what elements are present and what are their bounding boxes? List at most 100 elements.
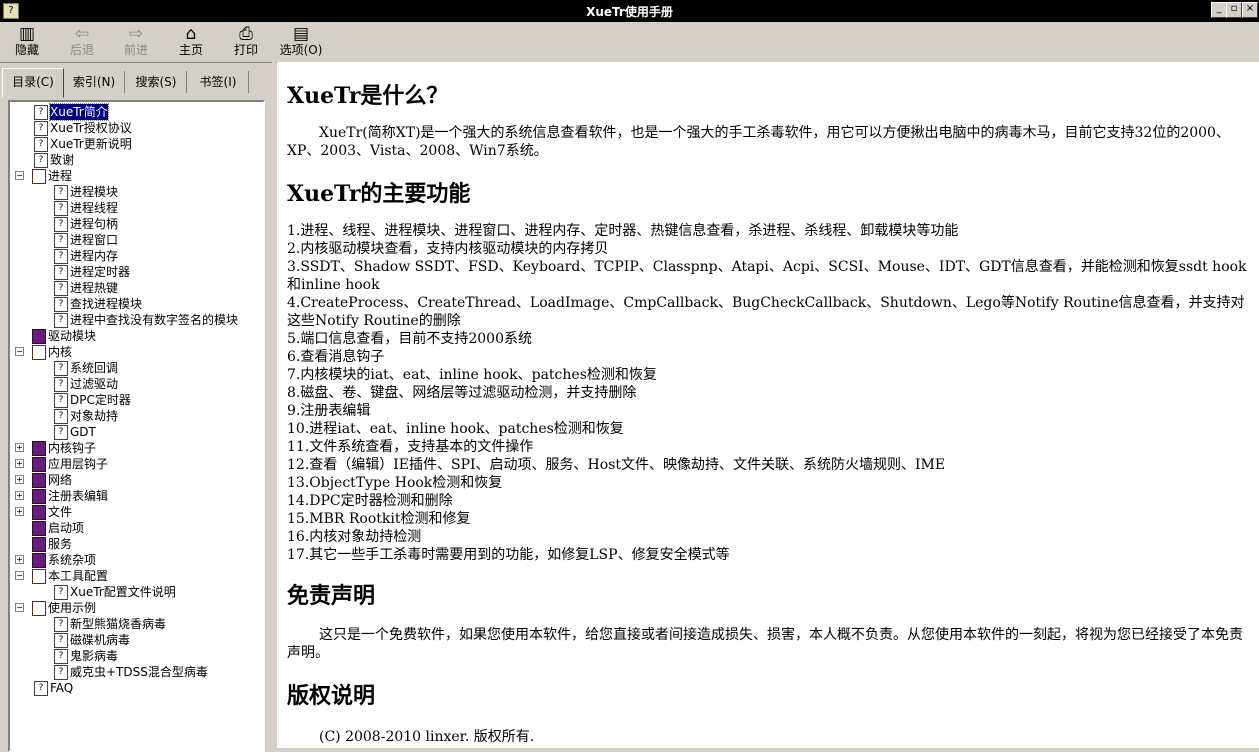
help-page-icon: ? bbox=[54, 249, 68, 264]
tree-topic[interactable]: ? 进程句柄 bbox=[10, 216, 260, 232]
collapse-icon[interactable]: − bbox=[15, 603, 24, 612]
home-button[interactable]: ⌂ 主页 bbox=[165, 25, 217, 61]
tree-book[interactable]: − 本工具配置 bbox=[10, 568, 260, 584]
expand-icon[interactable]: + bbox=[15, 443, 24, 452]
tree-book[interactable]: − 使用示例 bbox=[10, 600, 260, 616]
tree-topic[interactable]: ? 系统回调 bbox=[10, 360, 260, 376]
tree-topic[interactable]: ? 进程模块 bbox=[10, 184, 260, 200]
tree-topic[interactable]: ? 鬼影病毒 bbox=[10, 648, 260, 664]
tree-topic[interactable]: ? 致谢 bbox=[10, 152, 260, 168]
back-icon: ⇦ bbox=[74, 24, 90, 44]
contents-tree[interactable]: ? XueTr简介? XueTr授权协议? XueTr更新说明? 致谢 − 进程? 进程模块?… bbox=[8, 100, 265, 752]
expand-icon[interactable]: + bbox=[15, 491, 24, 500]
print-button[interactable]: ⎙ 打印 bbox=[220, 25, 272, 61]
open-book-icon bbox=[32, 601, 46, 616]
tab-contents[interactable]: 目录(C) bbox=[2, 68, 64, 98]
tree-topic[interactable]: ? 对象劫持 bbox=[10, 408, 260, 424]
open-book-icon bbox=[32, 169, 46, 184]
tree-topic[interactable]: ? FAQ bbox=[10, 680, 260, 696]
maximize-button[interactable]: ▫ bbox=[1226, 2, 1242, 18]
tree-book[interactable]: 驱动模块 bbox=[10, 328, 260, 344]
tree-book[interactable]: + 网络 bbox=[10, 472, 260, 488]
tree-topic[interactable]: ? 进程线程 bbox=[10, 200, 260, 216]
tree-topic[interactable]: ? 查找进程模块 bbox=[10, 296, 260, 312]
tree-topic[interactable]: ? 进程中查找没有数字签名的模块 bbox=[10, 312, 260, 328]
tree-topic[interactable]: ? XueTr更新说明 bbox=[10, 136, 260, 152]
close-button[interactable]: × bbox=[1242, 2, 1258, 18]
collapse-icon[interactable]: − bbox=[15, 171, 24, 180]
closed-book-icon bbox=[32, 441, 46, 456]
heading-what-is: XueTr是什么？ bbox=[287, 83, 449, 109]
tree-book[interactable]: + 应用层钩子 bbox=[10, 456, 260, 472]
feature-item: 5.端口信息查看，目前不支持2000系统 bbox=[287, 331, 532, 347]
tree-label: FAQ bbox=[50, 681, 74, 695]
tree-topic[interactable]: ? 过滤驱动 bbox=[10, 376, 260, 392]
tab-bookmarks[interactable]: 书签(I) bbox=[188, 71, 249, 93]
help-page-icon: ? bbox=[34, 681, 48, 696]
tree-label: 过滤驱动 bbox=[70, 377, 119, 391]
tree-book[interactable]: + 内核钩子 bbox=[10, 440, 260, 456]
tree-topic[interactable]: ? 磁碟机病毒 bbox=[10, 632, 260, 648]
tree-book[interactable]: − 内核 bbox=[10, 344, 260, 360]
tree-topic[interactable]: ? 进程窗口 bbox=[10, 232, 260, 248]
expand-icon[interactable]: + bbox=[15, 459, 24, 468]
closed-book-icon bbox=[32, 489, 46, 504]
tree-label: 网络 bbox=[48, 473, 73, 487]
help-page-icon: ? bbox=[54, 633, 68, 648]
tree-label: 进程 bbox=[48, 169, 73, 183]
tree-topic[interactable]: ? 进程内存 bbox=[10, 248, 260, 264]
help-page-icon: ? bbox=[54, 377, 68, 392]
tree-topic[interactable]: ? 新型熊猫烧香病毒 bbox=[10, 616, 260, 632]
expand-icon[interactable]: + bbox=[15, 475, 24, 484]
help-page-icon: ? bbox=[54, 409, 68, 424]
tree-book[interactable]: 启动项 bbox=[10, 520, 260, 536]
tree-label: 查找进程模块 bbox=[70, 297, 143, 311]
feature-item: 15.MBR Rootkit检测和修复 bbox=[287, 511, 471, 527]
expand-icon[interactable]: + bbox=[15, 507, 24, 516]
forward-button[interactable]: ⇨ 前进 bbox=[110, 25, 162, 61]
tree-topic[interactable]: ? XueTr授权协议 bbox=[10, 120, 260, 136]
back-button[interactable]: ⇦ 后退 bbox=[56, 25, 108, 61]
tab-search[interactable]: 搜索(S) bbox=[126, 71, 187, 93]
tree-label: 进程热键 bbox=[70, 281, 119, 295]
feature-item: 4.CreateProcess、CreateThread、LoadImage、C… bbox=[287, 295, 1245, 329]
tree-label: 启动项 bbox=[48, 521, 85, 535]
help-page-icon: ? bbox=[54, 233, 68, 248]
collapse-icon[interactable]: − bbox=[15, 347, 24, 356]
tree-book[interactable]: 服务 bbox=[10, 536, 260, 552]
tab-index[interactable]: 索引(N) bbox=[64, 71, 125, 93]
window-title: XueTr使用手册 bbox=[586, 5, 673, 19]
tree-book[interactable]: + 文件 bbox=[10, 504, 260, 520]
tree-topic[interactable]: ? GDT bbox=[10, 424, 260, 440]
feature-item: 14.DPC定时器检测和删除 bbox=[287, 493, 453, 509]
tree-topic[interactable]: ? 威克虫+TDSS混合型病毒 bbox=[10, 664, 260, 680]
options-button[interactable]: ▤ 选项(O) bbox=[275, 25, 327, 61]
tree-topic[interactable]: ? DPC定时器 bbox=[10, 392, 260, 408]
help-page-icon: ? bbox=[34, 105, 48, 120]
options-icon: ▤ bbox=[292, 24, 310, 44]
collapse-icon[interactable]: − bbox=[15, 571, 24, 580]
tree-label: 新型熊猫烧香病毒 bbox=[70, 617, 167, 631]
expand-icon[interactable]: + bbox=[15, 555, 24, 564]
closed-book-icon bbox=[32, 473, 46, 488]
tree-topic[interactable]: ? 进程定时器 bbox=[10, 264, 260, 280]
tree-book[interactable]: + 系统杂项 bbox=[10, 552, 260, 568]
copyright-text: (C) 2008-2010 linxer. 版权所有. bbox=[319, 729, 535, 745]
tree-label: 致谢 bbox=[50, 153, 75, 167]
tree-label: 进程句柄 bbox=[70, 217, 119, 231]
tree-label: 进程模块 bbox=[70, 185, 119, 199]
tree-book[interactable]: + 注册表编辑 bbox=[10, 488, 260, 504]
tree-book[interactable]: − 进程 bbox=[10, 168, 260, 184]
help-page-icon: ? bbox=[54, 297, 68, 312]
heading-features: XueTr的主要功能 bbox=[287, 181, 471, 207]
content-pane: XueTr是什么？ XueTr(简称XT)是一个强大的系统信息查看软件，也是一个… bbox=[277, 62, 1259, 748]
tree-topic[interactable]: ? XueTr简介 bbox=[10, 103, 260, 121]
feature-item: 13.ObjectType Hook检测和恢复 bbox=[287, 475, 503, 491]
toolbar: ▥ 隐藏 ⇦ 后退 ⇨ 前进 ⌂ 主页 ⎙ 打印 ▤ 选项(O) bbox=[0, 22, 1259, 63]
hide-button[interactable]: ▥ 隐藏 bbox=[1, 25, 53, 61]
pane-splitter[interactable] bbox=[272, 62, 276, 748]
tree-topic[interactable]: ? 进程热键 bbox=[10, 280, 260, 296]
help-page-icon: ? bbox=[54, 281, 68, 296]
tree-topic[interactable]: ? XueTr配置文件说明 bbox=[10, 584, 260, 600]
minimize-button[interactable]: _ bbox=[1211, 2, 1227, 18]
